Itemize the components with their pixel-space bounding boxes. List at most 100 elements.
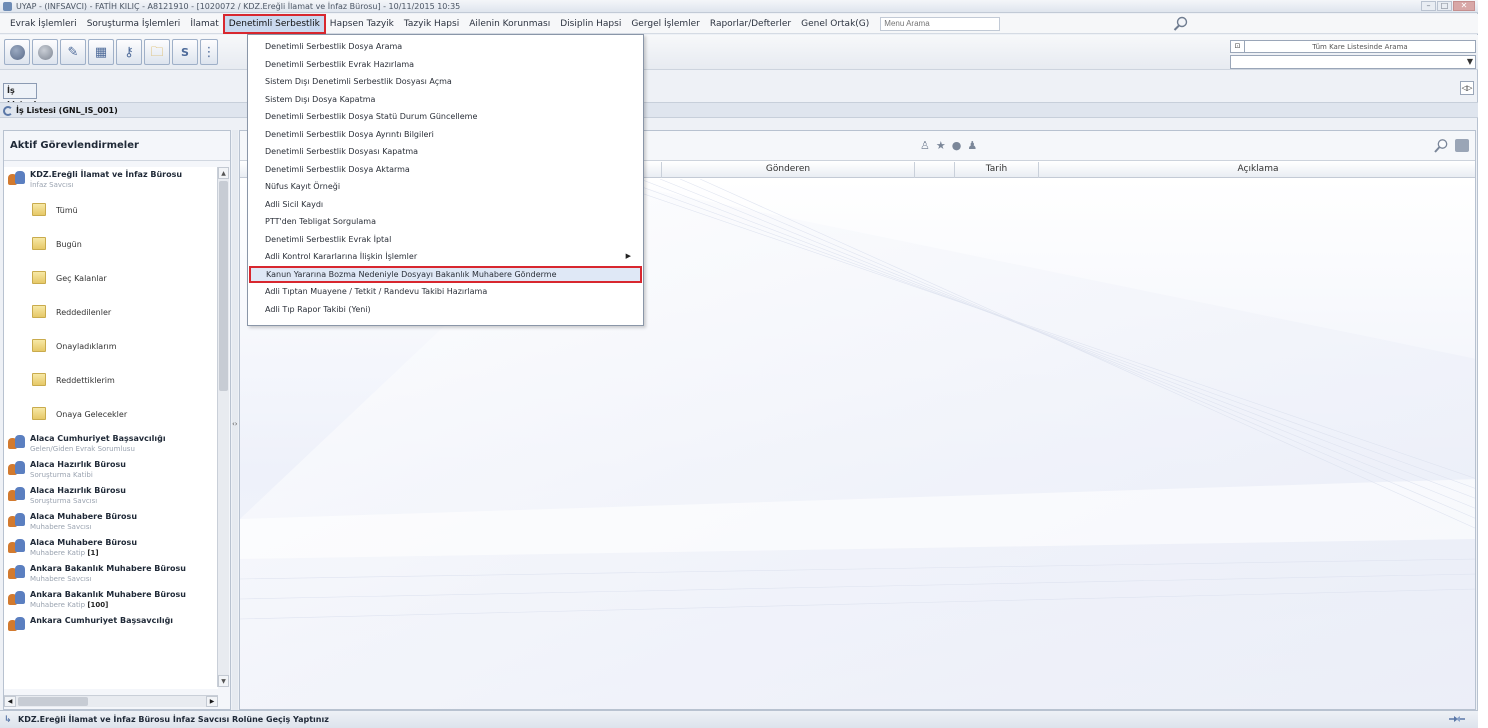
menu-item-dosya-arama[interactable]: Denetimli Serbestlik Dosya Arama (248, 38, 643, 56)
scroll-right-icon[interactable]: ▶ (206, 696, 218, 707)
global-search-button[interactable]: ⊡ Tüm Kare Listesinde Arama (1230, 40, 1476, 53)
office-name: Alaca Muhabere Bürosu (30, 512, 138, 521)
menu-item-adli-kontrol[interactable]: Adli Kontrol Kararlarına İlişkin İşlemle… (248, 248, 643, 266)
left-panel-hscrollbar[interactable]: ◀ ▶ (4, 695, 218, 707)
folder-gec-kalanlar[interactable]: Geç Kalanlar (4, 261, 218, 295)
info-icon: ↳ (4, 714, 12, 725)
clear-icon[interactable] (1455, 139, 1469, 152)
menu-sorusturma-islemleri[interactable]: Soruşturma İşlemleri (82, 15, 186, 33)
toolbar-grid-button[interactable]: ▦ (88, 39, 114, 65)
office-name: Alaca Cumhuriyet Başsavcılığı (30, 434, 166, 443)
folder-tumu[interactable]: Tümü (4, 193, 218, 227)
global-search-label: Tüm Kare Listesinde Arama (1312, 42, 1408, 51)
office-role: Soruşturma Savcısı (30, 497, 98, 505)
maximize-button[interactable]: □ (1437, 1, 1452, 11)
list-item-active-office[interactable]: KDZ.Ereğli İlamat ve İnfaz Bürosu İnfaz … (4, 167, 218, 193)
toolbar-globe-button[interactable] (32, 39, 58, 65)
minimize-button[interactable]: – (1421, 1, 1436, 11)
office-role: İnfaz Savcısı (30, 181, 74, 189)
office-role: Soruşturma Katibi (30, 471, 93, 479)
toolbar-folder-search-button[interactable]: 🗀 (144, 39, 170, 65)
s-icon: S (181, 45, 189, 59)
user-icon[interactable]: ♟ (967, 139, 977, 152)
menu-disiplin-hapsi[interactable]: Disiplin Hapsi (555, 15, 626, 33)
hscrollbar-thumb[interactable] (18, 697, 88, 706)
context-dropdown[interactable]: ▼ (1230, 55, 1476, 69)
list-item-office[interactable]: Alaca Muhabere Bürosu Muhabere Katip [1] (4, 535, 218, 561)
menu-hapsen-tazyik[interactable]: Hapsen Tazyik (325, 15, 399, 33)
column-header[interactable] (915, 162, 955, 178)
menu-item-statu-guncelleme[interactable]: Denetimli Serbestlik Dosya Statü Durum G… (248, 108, 643, 126)
tab-nav-arrows[interactable]: ◁▷ (1460, 81, 1474, 95)
toolbar-s-button[interactable]: S (172, 39, 198, 65)
scroll-up-icon[interactable]: ▲ (218, 167, 229, 179)
circle-icon[interactable]: ● (952, 139, 962, 152)
scrollbar-thumb[interactable] (219, 181, 228, 391)
menu-genel-ortak[interactable]: Genel Ortak(G) (796, 15, 874, 33)
list-item-office[interactable]: Alaca Cumhuriyet Başsavcılığı Gelen/Gide… (4, 431, 218, 457)
menu-gergel-islemler[interactable]: Gergel İşlemler (626, 15, 705, 33)
splitter-grip-icon[interactable]: ‹› (232, 420, 238, 428)
list-item-office[interactable]: Ankara Bakanlık Muhabere Bürosu Muhabere… (4, 561, 218, 587)
menu-item-kanun-yararina-bozma[interactable]: Kanun Yararına Bozma Nedeniyle Dosyayı B… (249, 265, 642, 283)
close-button[interactable]: ✕ (1453, 1, 1475, 11)
menu-item-adli-tip-rapor[interactable]: Adli Tıp Rapor Takibi (Yeni) (248, 301, 643, 319)
menu-denetimli-serbestlik[interactable]: Denetimli Serbestlik (222, 13, 326, 34)
scroll-left-icon[interactable]: ◀ (4, 696, 16, 707)
toolbar-edit-button[interactable]: ✎ (60, 39, 86, 65)
menu-search-input[interactable] (880, 16, 1001, 31)
menu-item-evrak-hazirlama[interactable]: Denetimli Serbestlik Evrak Hazırlama (248, 56, 643, 74)
people-icon (8, 435, 26, 451)
tab-workspace[interactable]: İş Listesi (GNL_IS_001) (3, 104, 118, 117)
column-header-gonderen[interactable]: Gönderen (662, 162, 915, 178)
scroll-down-icon[interactable]: ▼ (218, 675, 229, 687)
toolbar-more-button[interactable]: ⋮ (200, 39, 218, 65)
column-header-aciklama[interactable]: Açıklama (1039, 162, 1475, 178)
menu-item-sistem-disi-dosya-kapatma[interactable]: Sistem Dışı Dosya Kapatma (248, 91, 643, 109)
list-item-office[interactable]: Alaca Muhabere Bürosu Muhabere Savcısı (4, 509, 218, 535)
list-item-office[interactable]: Alaca Hazırlık Bürosu Soruşturma Katibi (4, 457, 218, 483)
search-icon[interactable] (1172, 16, 1190, 32)
folder-bugun[interactable]: Bugün (4, 227, 218, 261)
menu-ailenin-korunmasi[interactable]: Ailenin Korunması (464, 15, 555, 33)
panel-splitter[interactable]: ‹› (232, 130, 238, 710)
folder-icon (32, 339, 46, 352)
menu-item-adli-tip-muayene[interactable]: Adli Tıptan Muayene / Tetkit / Randevu T… (248, 283, 643, 301)
menu-item-adli-sicil[interactable]: Adli Sicil Kaydı (248, 196, 643, 214)
folder-onaya-gelecekler[interactable]: Onaya Gelecekler (4, 397, 218, 431)
people-icon (8, 539, 26, 555)
person-icon[interactable]: ♙ (920, 139, 930, 152)
folder-reddedilenler[interactable]: Reddedilenler (4, 295, 218, 329)
menu-item-ptt-tebligat[interactable]: PTT'den Tebligat Sorgulama (248, 213, 643, 231)
folder-label: Reddettiklerim (56, 375, 115, 385)
menu-item-dosya-kapatma[interactable]: Denetimli Serbestlik Dosyası Kapatma (248, 143, 643, 161)
menu-raporlar-defterler[interactable]: Raporlar/Defterler (705, 15, 796, 33)
toolbar-key-button[interactable]: ⚷ (116, 39, 142, 65)
key-icon: ⚷ (124, 44, 134, 60)
star-icon[interactable]: ★ (936, 139, 946, 152)
menu-ilamat[interactable]: İlamat (185, 15, 223, 33)
left-panel-scrollbar[interactable]: ▲ ▼ (217, 167, 229, 687)
menu-item-evrak-iptal[interactable]: Denetimli Serbestlik Evrak İptal (248, 231, 643, 249)
mini-toggle[interactable]: ⊡ (1231, 41, 1245, 52)
menu-item-ayrinti-bilgileri[interactable]: Denetimli Serbestlik Dosya Ayrıntı Bilgi… (248, 126, 643, 144)
app-window: UYAP - (INFSAVCI) - FATİH KILIÇ - A81219… (0, 0, 1478, 728)
column-header-tarih[interactable]: Tarih (955, 162, 1039, 178)
people-icon (8, 591, 26, 607)
toolbar-home-button[interactable] (4, 39, 30, 65)
list-item-office[interactable]: Ankara Bakanlık Muhabere Bürosu Muhabere… (4, 587, 218, 613)
menu-item-sistem-disi-dosya-acma[interactable]: Sistem Dışı Denetimli Serbestlik Dosyası… (248, 73, 643, 91)
folder-search-icon: 🗀 (150, 44, 164, 60)
menu-item-nufus-kayit[interactable]: Nüfus Kayıt Örneği (248, 178, 643, 196)
search-icon[interactable] (1433, 138, 1449, 154)
menu-tazyik-hapsi[interactable]: Tazyik Hapsi (399, 15, 464, 33)
folder-label: Onayladıklarım (56, 341, 117, 351)
people-icon (8, 513, 26, 529)
folder-onayladiklarim[interactable]: Onayladıklarım (4, 329, 218, 363)
folder-reddettiklerim[interactable]: Reddettiklerim (4, 363, 218, 397)
menu-evrak-islemleri[interactable]: Evrak İşlemleri (5, 15, 82, 33)
tab-is-listesi[interactable]: İş Listesi (3, 83, 37, 109)
list-item-office[interactable]: Alaca Hazırlık Bürosu Soruşturma Savcısı (4, 483, 218, 509)
menu-item-dosya-aktarma[interactable]: Denetimli Serbestlik Dosya Aktarma (248, 161, 643, 179)
list-item-office[interactable]: Ankara Cumhuriyet Başsavcılığı (4, 613, 218, 639)
